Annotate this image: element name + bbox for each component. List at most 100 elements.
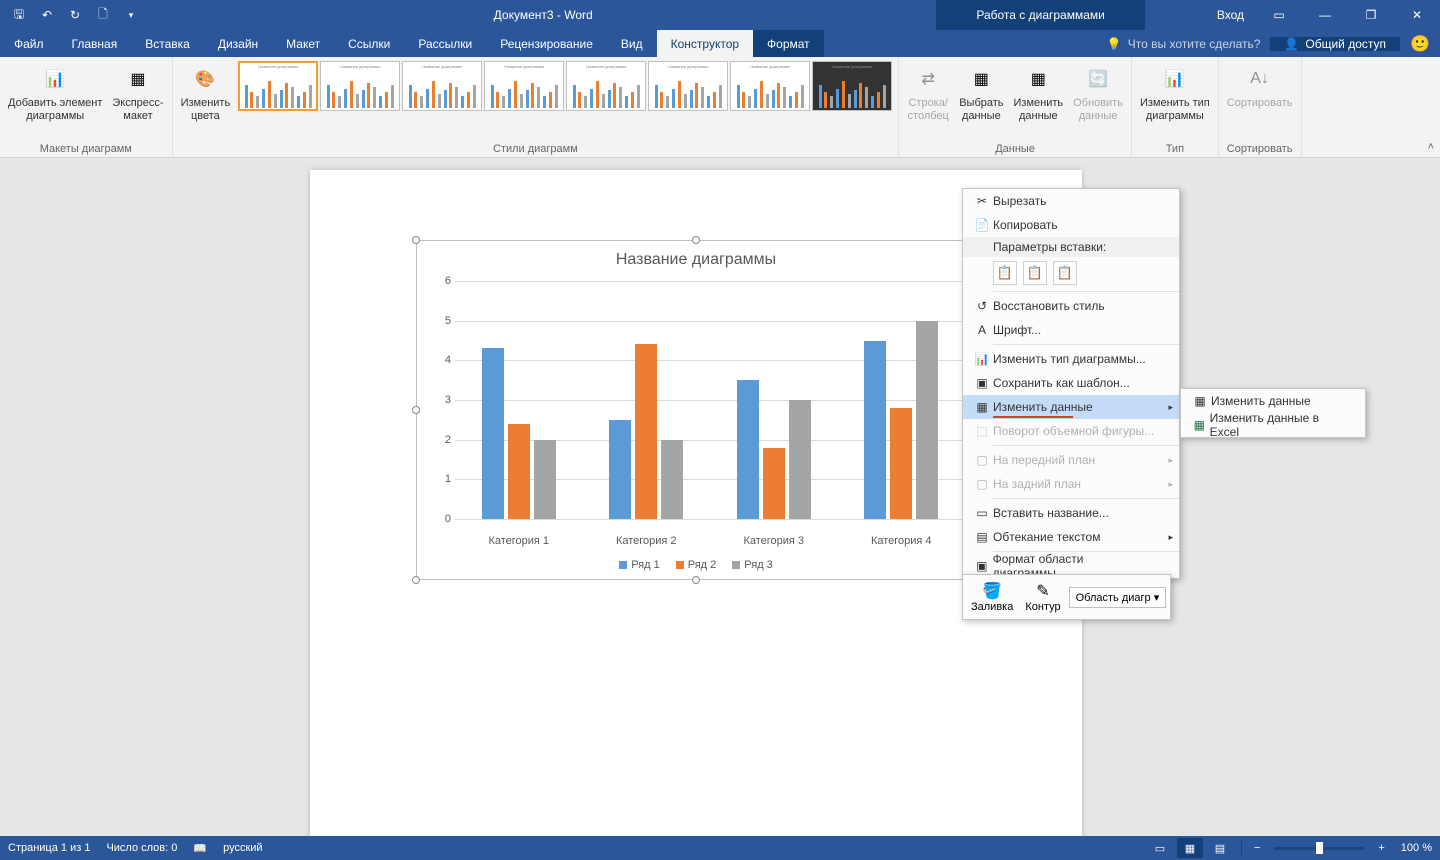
- chart-legend[interactable]: Ряд 1Ряд 2Ряд 3: [417, 559, 975, 571]
- document-area: Название диаграммы 0123456 Категория 1Ка…: [0, 158, 1440, 836]
- ctx-reset-style[interactable]: ↺Восстановить стиль: [963, 294, 1179, 318]
- redo-button[interactable]: ↻: [62, 2, 88, 28]
- zoom-out-button[interactable]: −: [1250, 842, 1264, 854]
- submenu-arrow-icon: ▸: [1168, 402, 1173, 413]
- chart-style-3[interactable]: Название диаграммы: [402, 61, 482, 111]
- refresh-data-button: 🔄 Обновить данные: [1069, 59, 1127, 125]
- select-data-button[interactable]: ▦ Выбрать данные: [955, 59, 1007, 125]
- status-words[interactable]: Число слов: 0: [106, 842, 177, 854]
- resize-handle-w[interactable]: [412, 406, 420, 414]
- document-title: Документ3 - Word: [150, 8, 936, 22]
- tab-references[interactable]: Ссылки: [334, 30, 404, 57]
- login-link[interactable]: Вход: [1205, 8, 1256, 22]
- tab-insert[interactable]: Вставка: [131, 30, 204, 57]
- tab-file[interactable]: Файл: [0, 30, 58, 57]
- sort-group-label: Сортировать: [1227, 141, 1293, 157]
- mini-toolbar: 🪣 Заливка ✎ Контур Область диагр ▾: [962, 574, 1171, 620]
- tab-layout[interactable]: Макет: [272, 30, 334, 57]
- plot-area[interactable]: 0123456: [437, 281, 965, 519]
- sub-edit-data[interactable]: ▦Изменить данные: [1181, 389, 1365, 413]
- highlight-underline: [993, 416, 1073, 418]
- ribbon-display-options[interactable]: ▭: [1256, 0, 1302, 30]
- resize-handle-s[interactable]: [692, 576, 700, 584]
- chart-title[interactable]: Название диаграммы: [417, 241, 975, 275]
- close-button[interactable]: ✕: [1394, 0, 1440, 30]
- chart-style-8[interactable]: Название диаграммы: [812, 61, 892, 111]
- share-icon: 👤: [1284, 37, 1299, 51]
- mini-area-select[interactable]: Область диагр ▾: [1069, 587, 1167, 608]
- save-button[interactable]: 🖫: [6, 2, 32, 28]
- tab-constructor[interactable]: Конструктор: [657, 30, 753, 57]
- view-print-layout[interactable]: ▦: [1177, 838, 1203, 858]
- ctx-save-template[interactable]: ▣Сохранить как шаблон...: [963, 371, 1179, 395]
- template-icon: ▣: [971, 376, 993, 390]
- tab-home[interactable]: Главная: [58, 30, 132, 57]
- paste-option-2[interactable]: 📋: [1023, 261, 1047, 285]
- tab-view[interactable]: Вид: [607, 30, 657, 57]
- refresh-icon: 🔄: [1082, 63, 1114, 95]
- data-group-label: Данные: [995, 141, 1035, 157]
- status-page[interactable]: Страница 1 из 1: [8, 842, 90, 854]
- share-button[interactable]: 👤 Общий доступ: [1270, 37, 1400, 51]
- minimize-button[interactable]: —: [1302, 0, 1348, 30]
- chart-style-5[interactable]: Название диаграммы: [566, 61, 646, 111]
- edit-data-button[interactable]: ▦ Изменить данные: [1010, 59, 1068, 125]
- chart-styles-gallery[interactable]: Название диаграммыНазвание диаграммыНазв…: [236, 59, 894, 113]
- add-element-icon: 📊: [39, 63, 71, 95]
- maximize-button[interactable]: ❐: [1348, 0, 1394, 30]
- chart-style-6[interactable]: Название диаграммы: [648, 61, 728, 111]
- sub-edit-excel[interactable]: ▦Изменить данные в Excel: [1181, 413, 1365, 437]
- cut-icon: ✂: [971, 194, 993, 208]
- paste-option-1[interactable]: 📋: [993, 261, 1017, 285]
- add-chart-element-button[interactable]: 📊 Добавить элемент диаграммы: [4, 59, 106, 125]
- chart-style-2[interactable]: Название диаграммы: [320, 61, 400, 111]
- ctx-change-type[interactable]: 📊Изменить тип диаграммы...: [963, 347, 1179, 371]
- zoom-slider-thumb[interactable]: [1316, 842, 1323, 854]
- tab-review[interactable]: Рецензирование: [486, 30, 607, 57]
- chart-style-4[interactable]: Название диаграммы: [484, 61, 564, 111]
- tell-me-search[interactable]: 💡 Что вы хотите сделать?: [1097, 37, 1271, 51]
- paste-option-3[interactable]: 📋: [1053, 261, 1077, 285]
- feedback-button[interactable]: 🙂: [1400, 34, 1440, 54]
- copy-icon: 📄: [971, 218, 993, 232]
- fill-icon: 🪣: [982, 581, 1002, 601]
- quick-layout-button[interactable]: ▦ Экспресс- макет: [108, 59, 167, 125]
- mini-fill-button[interactable]: 🪣 Заливка: [967, 579, 1017, 615]
- qat-customize[interactable]: ▾: [118, 2, 144, 28]
- chart-style-1[interactable]: Название диаграммы: [238, 61, 318, 111]
- ribbon-tabs: Файл Главная Вставка Дизайн Макет Ссылки…: [0, 30, 1440, 57]
- chart-bars[interactable]: [455, 281, 965, 519]
- undo-button[interactable]: ↶: [34, 2, 60, 28]
- resize-handle-n[interactable]: [692, 236, 700, 244]
- ctx-font[interactable]: AШрифт...: [963, 318, 1179, 342]
- ctx-cut[interactable]: ✂Вырезать: [963, 189, 1179, 213]
- tab-mailings[interactable]: Рассылки: [404, 30, 486, 57]
- ctx-copy[interactable]: 📄Копировать: [963, 213, 1179, 237]
- zoom-in-button[interactable]: +: [1374, 842, 1388, 854]
- sort-button: A↓ Сортировать: [1223, 59, 1297, 112]
- zoom-level[interactable]: 100 %: [1401, 842, 1432, 854]
- tab-format[interactable]: Формат: [753, 30, 824, 57]
- change-colors-button[interactable]: 🎨 Изменить цвета: [177, 59, 235, 125]
- ctx-text-wrap[interactable]: ▤Обтекание текстом▸: [963, 525, 1179, 549]
- change-chart-type-button[interactable]: 📊 Изменить тип диаграммы: [1136, 59, 1214, 125]
- ctx-edit-data[interactable]: ▦Изменить данные▸: [963, 395, 1179, 419]
- styles-group-label: Стили диаграмм: [493, 141, 578, 157]
- mini-outline-button[interactable]: ✎ Контур: [1021, 579, 1064, 615]
- ctx-bring-front: ▢На передний план▸: [963, 448, 1179, 472]
- view-web-layout[interactable]: ▤: [1207, 838, 1233, 858]
- resize-handle-sw[interactable]: [412, 576, 420, 584]
- zoom-slider[interactable]: [1274, 847, 1364, 850]
- chart-object[interactable]: Название диаграммы 0123456 Категория 1Ка…: [416, 240, 976, 580]
- outline-icon: ✎: [1036, 581, 1049, 601]
- view-read-mode[interactable]: ▭: [1147, 838, 1173, 858]
- tab-design[interactable]: Дизайн: [204, 30, 272, 57]
- resize-handle-nw[interactable]: [412, 236, 420, 244]
- proofing-icon[interactable]: 📖: [193, 842, 207, 855]
- ctx-insert-caption[interactable]: ▭Вставить название...: [963, 501, 1179, 525]
- collapse-ribbon-button[interactable]: ˄: [1428, 141, 1434, 153]
- new-doc-button[interactable]: 🗋: [90, 2, 116, 28]
- chart-style-7[interactable]: Название диаграммы: [730, 61, 810, 111]
- status-language[interactable]: русский: [223, 842, 262, 854]
- lightbulb-icon: 💡: [1107, 37, 1122, 51]
